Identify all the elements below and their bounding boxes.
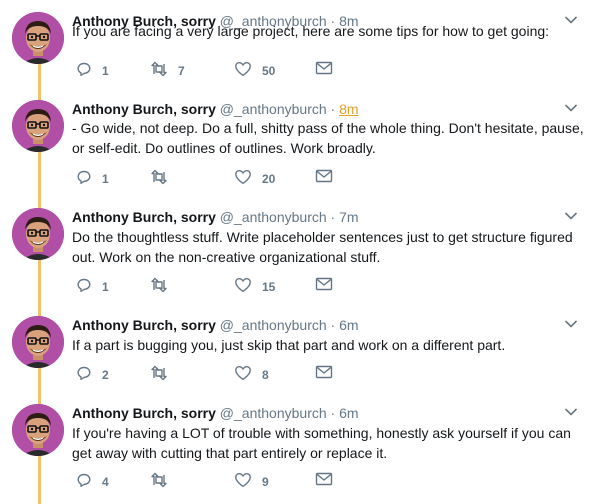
tweet-actions: 4 9 (72, 472, 352, 492)
heart-icon (234, 61, 262, 80)
like-button[interactable]: 15 (234, 277, 275, 296)
retweet-button[interactable] (150, 365, 178, 384)
tweet-actions: 2 8 (72, 365, 352, 385)
author-name[interactable]: Anthony Burch, sorry (72, 209, 216, 225)
author-name[interactable]: Anthony Burch, sorry (72, 101, 216, 117)
reply-icon (76, 365, 102, 384)
reply-icon (76, 277, 102, 296)
tweet-header: Anthony Burch, sorry @_anthonyburch · 7m (72, 208, 359, 226)
retweet-icon (150, 61, 178, 80)
reply-count: 1 (102, 171, 109, 186)
tweet[interactable]: Anthony Burch, sorry @_anthonyburch · 6m… (0, 404, 608, 494)
tweet-timestamp[interactable]: 6m (339, 317, 358, 333)
reply-count: 2 (102, 367, 109, 382)
envelope-icon (315, 169, 343, 186)
reply-button[interactable]: 1 (76, 277, 109, 296)
envelope-icon (315, 365, 343, 382)
reply-icon (76, 61, 102, 80)
avatar[interactable] (12, 316, 64, 368)
reply-count: 1 (102, 63, 109, 78)
tweet-header: Anthony Burch, sorry @_anthonyburch · 6m (72, 316, 359, 334)
author-name[interactable]: Anthony Burch, sorry (72, 405, 216, 421)
tweet-text: Do the thoughtless stuff. Write placehol… (72, 229, 573, 265)
retweet-button[interactable] (150, 277, 178, 296)
like-button[interactable]: 50 (234, 61, 275, 80)
chevron-down-icon[interactable] (564, 208, 578, 224)
avatar[interactable] (12, 100, 64, 152)
tweet-text: If a part is bugging you, just skip that… (72, 337, 506, 353)
tweet-actions: 1 7 50 (72, 61, 352, 81)
tweet[interactable]: Anthony Burch, sorry @_anthonyburch · 7m… (0, 208, 608, 299)
tweet[interactable]: Anthony Burch, sorry @_anthonyburch · 8m… (0, 12, 608, 83)
tweet-actions: 1 15 (72, 277, 352, 297)
like-count: 50 (262, 63, 276, 78)
retweet-icon (150, 472, 178, 491)
reply-button[interactable]: 4 (76, 472, 109, 491)
like-button[interactable]: 20 (234, 169, 275, 188)
separator-dot: · (330, 209, 336, 225)
avatar[interactable] (12, 12, 64, 64)
author-name[interactable]: Anthony Burch, sorry (72, 317, 216, 333)
reply-count: 4 (102, 474, 109, 489)
retweet-button[interactable] (150, 472, 178, 491)
direct-message-button[interactable] (315, 472, 343, 489)
heart-icon (234, 472, 262, 491)
avatar[interactable] (12, 404, 64, 456)
separator-dot: · (330, 405, 336, 421)
like-button[interactable]: 8 (234, 365, 269, 384)
separator-dot: · (330, 101, 336, 117)
heart-icon (234, 169, 262, 188)
reply-icon (76, 169, 102, 188)
retweet-icon (150, 169, 178, 188)
retweet-button[interactable] (150, 169, 178, 188)
tweet-actions: 1 20 (72, 169, 352, 189)
tweet-header: Anthony Burch, sorry @_anthonyburch · 6m (72, 404, 359, 422)
tweet-text: If you're having a LOT of trouble with s… (72, 425, 571, 461)
like-count: 20 (262, 171, 276, 186)
envelope-icon (315, 277, 343, 294)
author-handle[interactable]: @_anthonyburch (220, 405, 327, 421)
tweet-timestamp[interactable]: 8m (339, 101, 358, 117)
envelope-icon (315, 61, 343, 78)
tweet-timestamp[interactable]: 7m (339, 209, 358, 225)
chevron-down-icon[interactable] (564, 100, 578, 116)
like-count: 9 (262, 474, 269, 489)
tweet-text: - Go wide, not deep. Do a full, shitty p… (72, 120, 584, 156)
retweet-icon (150, 277, 178, 296)
retweet-count: 7 (178, 63, 185, 78)
avatar[interactable] (12, 208, 64, 260)
like-count: 15 (262, 279, 276, 294)
author-handle[interactable]: @_anthonyburch (220, 317, 327, 333)
tweet[interactable]: Anthony Burch, sorry @_anthonyburch · 8m… (0, 100, 608, 191)
separator-dot: · (330, 317, 336, 333)
tweet-header: Anthony Burch, sorry @_anthonyburch · 8m (72, 100, 359, 118)
reply-button[interactable]: 2 (76, 365, 109, 384)
retweet-button[interactable]: 7 (150, 61, 185, 80)
direct-message-button[interactable] (315, 169, 343, 186)
tweet-text: If you are facing a very large project, … (72, 23, 550, 39)
direct-message-button[interactable] (315, 365, 343, 382)
direct-message-button[interactable] (315, 277, 343, 294)
like-count: 8 (262, 367, 269, 382)
tweet-timestamp[interactable]: 6m (339, 405, 358, 421)
direct-message-button[interactable] (315, 61, 343, 78)
retweet-icon (150, 365, 178, 384)
heart-icon (234, 277, 262, 296)
author-handle[interactable]: @_anthonyburch (220, 209, 327, 225)
reply-button[interactable]: 1 (76, 61, 109, 80)
tweet[interactable]: Anthony Burch, sorry @_anthonyburch · 6m… (0, 316, 608, 387)
author-handle[interactable]: @_anthonyburch (220, 101, 327, 117)
chevron-down-icon[interactable] (564, 404, 578, 420)
reply-icon (76, 472, 102, 491)
envelope-icon (315, 472, 343, 489)
reply-count: 1 (102, 279, 109, 294)
like-button[interactable]: 9 (234, 472, 269, 491)
heart-icon (234, 365, 262, 384)
reply-button[interactable]: 1 (76, 169, 109, 188)
chevron-down-icon[interactable] (564, 316, 578, 332)
